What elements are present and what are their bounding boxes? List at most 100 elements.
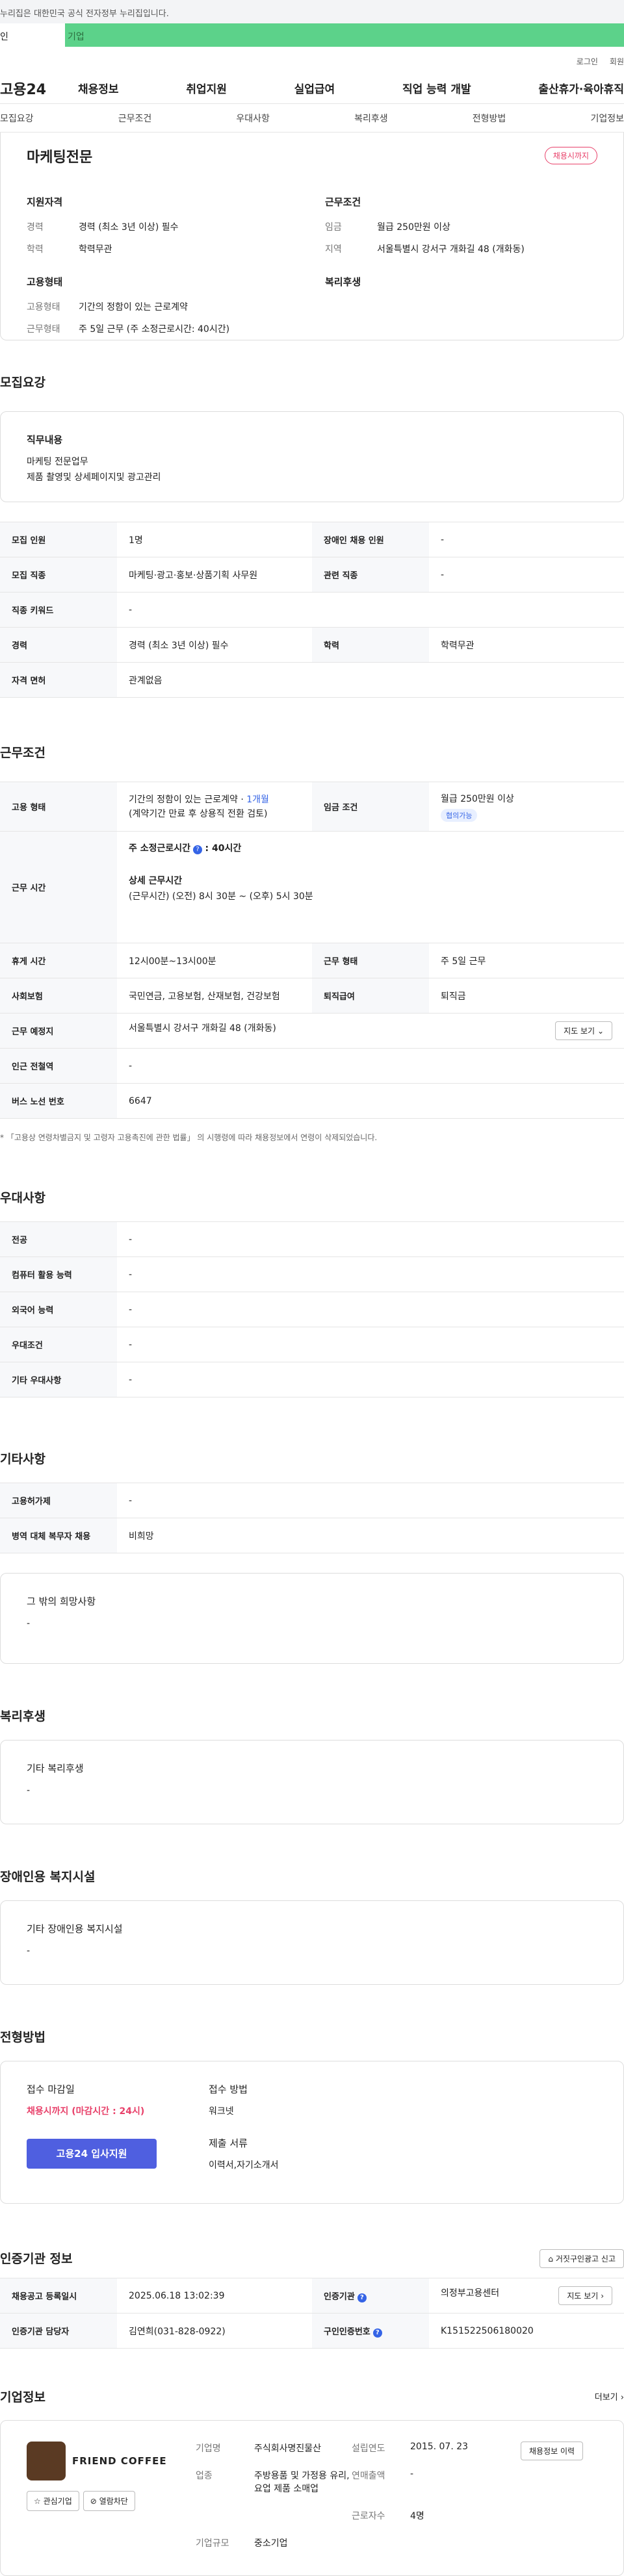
block-icon: ⊘	[90, 2497, 97, 2506]
row-label: 임금 조건	[312, 782, 429, 832]
table-row: 근무 예정지 서울특별시 강서구 개화길 48 (개화동) 지도 보기 ⌄	[0, 1013, 624, 1049]
wage-value: 월급 250만원 이상	[441, 793, 514, 804]
map-button[interactable]: 지도 보기 ⌄	[555, 1021, 612, 1040]
emp-title: 고용형태	[27, 276, 63, 288]
welfare-value: -	[27, 1785, 31, 1796]
row-value: 1명	[117, 522, 312, 557]
row-value: 주 5일 근무	[429, 943, 624, 978]
company-card: FRIEND COFFEE ☆ 관심기업 ⊘ 열람차단 기업명 주식회사명진물산 설립…	[0, 2420, 624, 2576]
row-value: 의정부고용센터 지도 보기 ›	[429, 2278, 624, 2314]
login-link[interactable]: 로그인	[577, 57, 598, 66]
other-wishes-title: 그 밖의 희망사항	[27, 1596, 96, 1607]
emp-type-text: 기간의 정함이 있는 근로계약 ·	[129, 794, 247, 805]
duty-line: 마케팅 전문업무	[27, 457, 88, 467]
block-view-button[interactable]: ⊘ 열람차단	[83, 2491, 135, 2511]
table-row: 모집 인원 1명 장애인 채용 인원 -	[0, 522, 624, 557]
table-row: 인근 전철역 -	[0, 1048, 624, 1084]
subnav-process[interactable]: 전형방법	[473, 112, 506, 125]
row-value: -	[117, 1256, 624, 1292]
field-value: 중소기업	[254, 2538, 288, 2549]
qual-value: 학력무관	[79, 244, 112, 255]
gnb-item-unemployment[interactable]: 실업급여	[294, 80, 335, 96]
tab-company[interactable]: 기업	[65, 23, 624, 47]
row-value: -	[429, 557, 624, 593]
row-value: 마케팅·광고·홍보·상품기획 사무원	[117, 557, 312, 593]
negotiable-badge: 협의가능	[441, 808, 478, 822]
signup-link[interactable]: 회원	[610, 57, 624, 66]
row-value: 2025.06.18 13:02:39	[117, 2278, 312, 2314]
row-value: 6647	[117, 1083, 624, 1119]
site-logo[interactable]: 고용24	[0, 78, 78, 99]
table-row: 근무 시간 주 소정근로시간? : 40시간 상세 근무시간 (근무시간) (오…	[0, 831, 624, 943]
row-value: -	[117, 1362, 624, 1397]
row-value: -	[117, 1221, 624, 1257]
help-icon[interactable]: ?	[357, 2293, 367, 2302]
gnb-item-leave[interactable]: 출산휴가·육아휴직	[538, 80, 624, 96]
age-law-note: * 「고용상 연령차별금지 및 고령자 고용촉진에 관한 법률」 의 시행령에 …	[0, 1133, 378, 1142]
row-label: 고용 형태	[0, 782, 117, 832]
section-title-process: 전형방법	[0, 2030, 46, 2045]
star-icon: ☆	[34, 2497, 41, 2506]
field-value: 2015. 07. 23	[410, 2442, 469, 2452]
row-value: -	[429, 522, 624, 557]
help-icon[interactable]: ?	[372, 2328, 382, 2338]
row-label: 인증기관 담당자	[0, 2313, 117, 2349]
gnb-item-training[interactable]: 직업 능력 개발	[402, 80, 471, 96]
subnav-work[interactable]: 근무조건	[118, 112, 152, 125]
tab-personal[interactable]: 인	[0, 23, 65, 47]
subnav-company[interactable]: 기업정보	[590, 112, 624, 125]
help-icon[interactable]: ?	[193, 845, 203, 854]
section-title-agency: 인증기관 정보	[0, 2252, 73, 2266]
row-label: 인증기관?	[312, 2278, 429, 2314]
global-nav: 고용24 채용정보 취업지원 실업급여 직업 능력 개발 출산휴가·육아휴직	[0, 73, 624, 104]
chevron-down-icon: ⌄	[597, 1027, 604, 1036]
row-value: 12시00분~13시00분	[117, 943, 312, 978]
row-label: 경력	[0, 627, 117, 663]
section-title-welfare: 복리후생	[0, 1709, 46, 1724]
apply-button[interactable]: 고용24 입사지원	[27, 2139, 157, 2169]
row-label: 버스 노선 번호	[0, 1083, 117, 1119]
section-title-recruit: 모집요강	[0, 376, 46, 390]
hiring-history-button[interactable]: 채용정보 이력	[521, 2442, 584, 2460]
field-value: 주식회사명진물산	[254, 2443, 322, 2454]
row-value: 경력 (최소 3년 이상) 필수	[117, 627, 312, 663]
detail-hours-label: 상세 근무시간	[129, 876, 183, 886]
detail-hours-value: (근무시간) (오전) 8시 30분 ~ (오후) 5시 30분	[129, 891, 313, 902]
row-label: 퇴직급여	[312, 978, 429, 1014]
company-more-link[interactable]: 더보기 ›	[595, 2390, 624, 2403]
favorite-company-button[interactable]: ☆ 관심기업	[27, 2491, 79, 2511]
subnav-pref[interactable]: 우대사항	[236, 112, 270, 125]
gnb-item-support[interactable]: 취업지원	[186, 80, 227, 96]
table-row: 우대조건 -	[0, 1327, 624, 1362]
row-label: 우대조건	[0, 1327, 117, 1362]
field-value: -	[410, 2469, 414, 2479]
row-label: 인근 전철역	[0, 1048, 117, 1084]
row-value: -	[117, 592, 624, 628]
welfare-box: 기타 복리후생 -	[0, 1740, 624, 1824]
table-row: 고용허가제 -	[0, 1483, 624, 1518]
table-row: 모집 직종 마케팅·광고·홍보·상품기획 사무원 관련 직종 -	[0, 557, 624, 593]
row-label: 근무 형태	[312, 943, 429, 978]
subnav-recruit[interactable]: 모집요강	[0, 112, 34, 125]
emp-value: 기간의 정함이 있는 근로계약	[79, 302, 188, 312]
duty-line: 제품 촬영및 상세페이지및 광고관리	[27, 472, 161, 483]
subnav-welfare[interactable]: 복리후생	[354, 112, 388, 125]
row-label: 병역 대체 복무자 채용	[0, 1518, 117, 1553]
table-row: 자격 면허 관계없음	[0, 662, 624, 698]
table-row: 경력 경력 (최소 3년 이상) 필수 학력 학력무관	[0, 627, 624, 663]
job-summary-card: 마케팅전문 채용시까지 지원자격 경력 경력 (최소 3년 이상) 필수 학력 학력…	[0, 133, 624, 340]
agency-map-button[interactable]: 지도 보기 ›	[558, 2286, 612, 2305]
row-value: -	[117, 1483, 624, 1518]
qual-label: 학력	[27, 244, 44, 255]
field-label: 기업규모	[196, 2538, 229, 2549]
section-title-work: 근무조건	[0, 746, 46, 760]
table-row: 직종 키워드 -	[0, 592, 624, 628]
row-label: 채용공고 등록일시	[0, 2278, 117, 2314]
report-fake-ad-button[interactable]: ⌂ 거짓구인광고 신고	[540, 2249, 624, 2268]
row-value: 기간의 정함이 있는 근로계약 · 1개월 (계약기간 만료 후 상용직 전환 검…	[117, 782, 312, 832]
table-row: 사회보험 국민연금, 고용보험, 산재보험, 건강보험 퇴직급여 퇴직금	[0, 978, 624, 1014]
other-wishes-box: 그 밖의 희망사항 -	[0, 1573, 624, 1664]
emp-label: 근무형태	[27, 324, 60, 335]
gnb-item-jobs[interactable]: 채용정보	[78, 80, 119, 96]
company-logo	[27, 2442, 66, 2480]
